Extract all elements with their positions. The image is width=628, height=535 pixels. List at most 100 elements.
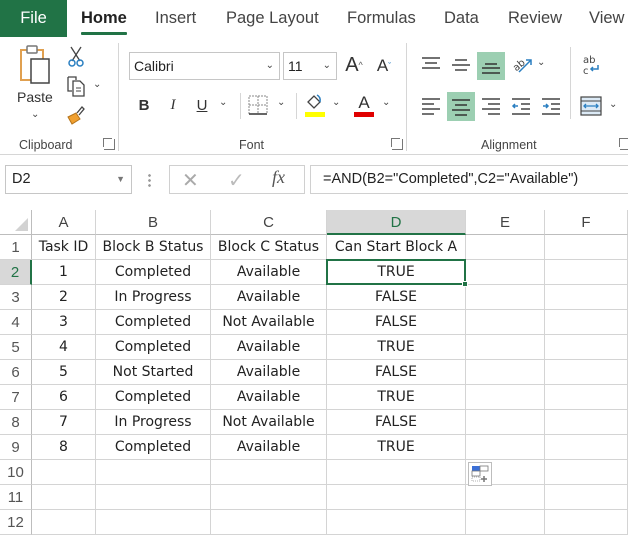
select-all-corner[interactable]	[0, 210, 32, 235]
cell-f4[interactable]	[545, 310, 628, 335]
cell-d11[interactable]	[327, 485, 466, 510]
cell-d10[interactable]	[327, 460, 466, 485]
paste-label[interactable]: Paste	[17, 89, 53, 105]
row-header-7[interactable]: 7	[0, 385, 32, 410]
cell-a9[interactable]: 8	[32, 435, 96, 460]
row-header-11[interactable]: 11	[0, 485, 32, 510]
tab-formulas[interactable]: Formulas	[347, 0, 416, 37]
cell-c1[interactable]: Block C Status	[211, 235, 327, 260]
cell-a4[interactable]: 3	[32, 310, 96, 335]
cell-b7[interactable]: Completed	[96, 385, 211, 410]
font-name-chevron-icon[interactable]: ⌄	[266, 53, 274, 79]
cut-button[interactable]	[66, 45, 86, 69]
font-size-combo[interactable]: 11 ⌄	[283, 52, 337, 80]
font-dialog-launcher-icon[interactable]	[391, 138, 403, 150]
borders-dropdown-chevron-icon[interactable]: ⌄	[277, 97, 285, 108]
cell-b12[interactable]	[96, 510, 211, 535]
cell-c2[interactable]: Available	[211, 260, 327, 285]
copy-button[interactable]	[64, 73, 88, 99]
alignment-dialog-launcher-icon[interactable]	[619, 138, 628, 150]
cell-f3[interactable]	[545, 285, 628, 310]
cell-f7[interactable]	[545, 385, 628, 410]
cell-c4[interactable]: Not Available	[211, 310, 327, 335]
font-size-chevron-icon[interactable]: ⌄	[323, 53, 331, 79]
row-header-12[interactable]: 12	[0, 510, 32, 535]
cell-c6[interactable]: Available	[211, 360, 327, 385]
tab-page-layout[interactable]: Page Layout	[226, 0, 319, 37]
column-header-f[interactable]: F	[545, 210, 628, 235]
increase-font-size-button[interactable]: A ^	[341, 51, 367, 79]
cell-f2[interactable]	[545, 260, 628, 285]
tab-review[interactable]: Review	[508, 0, 562, 37]
cell-c11[interactable]	[211, 485, 327, 510]
cell-c5[interactable]: Available	[211, 335, 327, 360]
tab-view[interactable]: View	[589, 0, 624, 37]
row-header-8[interactable]: 8	[0, 410, 32, 435]
name-box-dropdown-icon[interactable]: ▼	[116, 166, 125, 193]
bottom-align-button[interactable]	[477, 52, 505, 80]
cell-e1[interactable]	[466, 235, 545, 260]
cell-f5[interactable]	[545, 335, 628, 360]
cell-c10[interactable]	[211, 460, 327, 485]
cell-f10[interactable]	[545, 460, 628, 485]
cell-f1[interactable]	[545, 235, 628, 260]
row-header-10[interactable]: 10	[0, 460, 32, 485]
orientation-button[interactable]: ab	[510, 51, 534, 77]
merge-center-dropdown-chevron-icon[interactable]: ⌄	[609, 99, 617, 110]
cell-e9[interactable]	[466, 435, 545, 460]
column-header-e[interactable]: E	[466, 210, 545, 235]
column-header-c[interactable]: C	[211, 210, 327, 235]
cell-b11[interactable]	[96, 485, 211, 510]
tab-data[interactable]: Data	[444, 0, 479, 37]
cell-b3[interactable]: In Progress	[96, 285, 211, 310]
cell-a5[interactable]: 4	[32, 335, 96, 360]
cell-a7[interactable]: 6	[32, 385, 96, 410]
fill-handle[interactable]	[462, 281, 468, 287]
cell-e6[interactable]	[466, 360, 545, 385]
cancel-x-icon[interactable]: ✕	[182, 168, 199, 193]
cell-a1[interactable]: Task ID	[32, 235, 96, 260]
cell-b4[interactable]: Completed	[96, 310, 211, 335]
align-left-button[interactable]	[418, 92, 444, 120]
cell-a12[interactable]	[32, 510, 96, 535]
cell-a10[interactable]	[32, 460, 96, 485]
cell-f8[interactable]	[545, 410, 628, 435]
cell-a11[interactable]	[32, 485, 96, 510]
spreadsheet-grid[interactable]: A B C D E F 1 Task ID Block B Status Block C Stat…	[0, 210, 628, 535]
paste-dropdown-chevron-icon[interactable]: ⌄	[31, 109, 39, 120]
cell-b2[interactable]: Completed	[96, 260, 211, 285]
clipboard-dialog-launcher-icon[interactable]	[103, 138, 115, 150]
cell-f9[interactable]	[545, 435, 628, 460]
cell-b5[interactable]: Completed	[96, 335, 211, 360]
cell-c8[interactable]: Not Available	[211, 410, 327, 435]
orientation-dropdown-chevron-icon[interactable]: ⌄	[537, 57, 545, 68]
cell-d8[interactable]: FALSE	[327, 410, 466, 435]
cell-f12[interactable]	[545, 510, 628, 535]
fill-color-button[interactable]	[303, 91, 327, 119]
formula-bar-resize-handle[interactable]	[148, 173, 151, 187]
underline-button[interactable]: U	[191, 93, 213, 117]
cell-b6[interactable]: Not Started	[96, 360, 211, 385]
cell-b9[interactable]: Completed	[96, 435, 211, 460]
cell-d9[interactable]: TRUE	[327, 435, 466, 460]
underline-dropdown-chevron-icon[interactable]: ⌄	[219, 97, 227, 108]
formula-input[interactable]: =AND(B2="Completed",C2="Available")	[310, 165, 628, 194]
tab-insert[interactable]: Insert	[155, 0, 196, 37]
cell-e7[interactable]	[466, 385, 545, 410]
decrease-indent-button[interactable]	[508, 92, 534, 120]
merge-center-button[interactable]	[578, 93, 604, 119]
font-name-combo[interactable]: Calibri ⌄	[129, 52, 280, 80]
cell-c9[interactable]: Available	[211, 435, 327, 460]
fill-color-dropdown-chevron-icon[interactable]: ⌄	[332, 97, 340, 108]
cell-b1[interactable]: Block B Status	[96, 235, 211, 260]
row-header-4[interactable]: 4	[0, 310, 32, 335]
cell-a2[interactable]: 1	[32, 260, 96, 285]
cell-d6[interactable]: FALSE	[327, 360, 466, 385]
align-center-button[interactable]	[447, 92, 475, 121]
row-header-1[interactable]: 1	[0, 235, 32, 260]
font-color-button[interactable]: A	[352, 91, 376, 119]
wrap-text-button[interactable]: ab c	[579, 51, 605, 79]
cell-f6[interactable]	[545, 360, 628, 385]
copy-dropdown-chevron-icon[interactable]: ⌄	[93, 79, 101, 90]
italic-button[interactable]: I	[162, 93, 184, 117]
